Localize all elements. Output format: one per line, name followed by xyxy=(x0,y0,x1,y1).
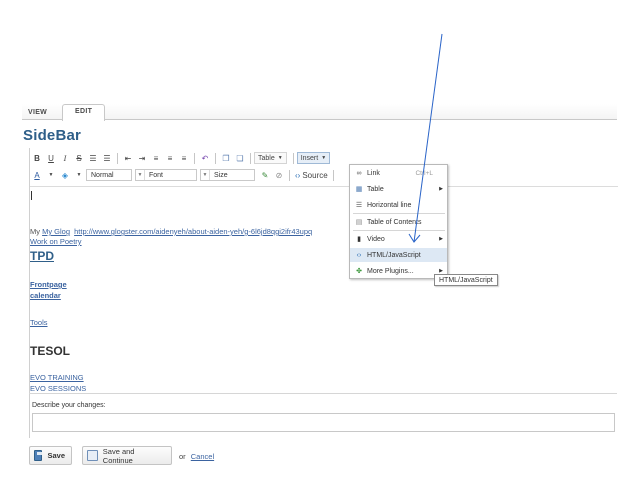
annotation-line xyxy=(413,33,443,243)
change-summary-label: Describe your changes: xyxy=(32,402,106,409)
cancel-area: or Cancel xyxy=(179,452,214,461)
or-text: or xyxy=(179,452,186,461)
cancel-link[interactable]: Cancel xyxy=(191,452,214,461)
change-summary: Describe your changes: xyxy=(29,393,617,437)
save-and-continue-label: Save and Continue xyxy=(102,446,135,465)
save-disk-icon xyxy=(34,450,43,461)
save-and-continue-button[interactable]: Save and Continue xyxy=(82,446,172,465)
wiki-edit-screenshot: VIEW EDIT SideBar B U I S ☰ ☰ ⇤ ⇥ ≡ ≡ ≡ … xyxy=(0,0,638,479)
save-continue-icon xyxy=(87,450,98,461)
save-button[interactable]: Save xyxy=(29,446,72,465)
change-summary-input[interactable] xyxy=(32,413,615,432)
save-button-label: Save xyxy=(47,451,65,460)
